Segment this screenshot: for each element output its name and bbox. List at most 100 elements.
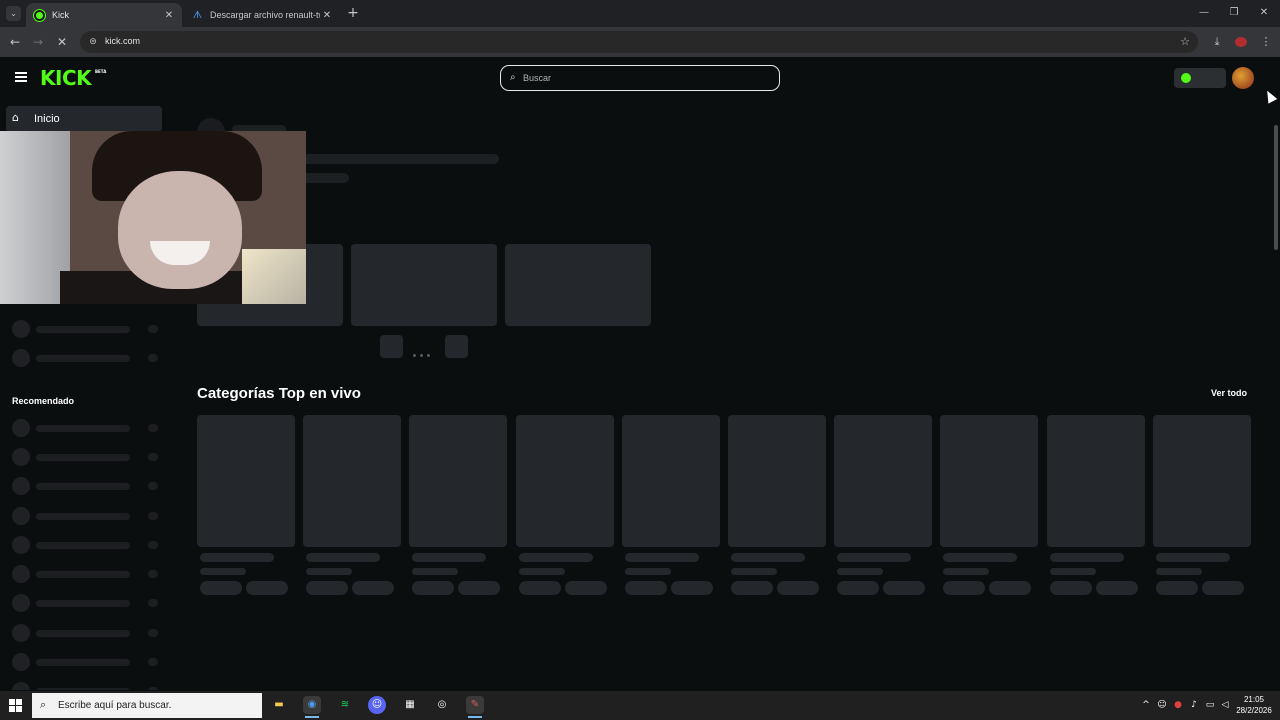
category-tag-skeleton (1202, 581, 1244, 595)
address-bar[interactable]: ⊜ kick.com ☆ (80, 31, 1198, 53)
category-tag-skeleton (777, 581, 819, 595)
close-window-button[interactable]: ✕ (1254, 4, 1274, 22)
kick-coin-icon (1181, 73, 1191, 83)
carousel-next-button[interactable] (445, 335, 468, 358)
microsoft-store-icon[interactable]: ▦ (401, 696, 419, 714)
category-tag-skeleton (200, 581, 242, 595)
browser-tab-kick[interactable]: Kick ✕ (26, 3, 182, 27)
new-tab-button[interactable]: + (346, 5, 360, 21)
windows-start-icon[interactable] (9, 699, 23, 713)
taskbar-search-placeholder: Escribe aquí para buscar. (58, 700, 172, 711)
category-tag-skeleton (412, 581, 454, 595)
tab-close-icon[interactable]: ✕ (162, 10, 176, 21)
minimize-button[interactable]: — (1194, 4, 1214, 22)
file-explorer-icon[interactable]: ▬ (270, 696, 288, 714)
bookmark-star-icon[interactable]: ☆ (1180, 35, 1190, 48)
category-card-skeleton[interactable] (728, 415, 826, 547)
category-tag-skeleton (625, 581, 667, 595)
chrome-menu-icon[interactable]: ⋮ (1258, 34, 1274, 50)
search-input[interactable]: ⌕ Buscar (500, 65, 780, 91)
category-card-skeleton[interactable] (409, 415, 507, 547)
carousel-prev-button[interactable] (380, 335, 403, 358)
record-tray-icon[interactable]: ● (1172, 699, 1184, 711)
kick-coins-button[interactable] (1174, 68, 1226, 88)
back-button[interactable]: ← (6, 33, 24, 51)
downloads-icon[interactable]: ⤓ (1209, 34, 1225, 50)
sidebar-skeleton-row (12, 624, 162, 642)
hamburger-menu-icon[interactable] (15, 72, 27, 82)
discord-tray-icon[interactable]: ☺ (1156, 699, 1168, 711)
category-tag-skeleton (731, 581, 773, 595)
taskbar-clock[interactable]: 21:05 28/2/2026 (1234, 694, 1274, 716)
site-info-icon[interactable]: ⊜ (87, 36, 99, 48)
category-tag-skeleton (306, 581, 348, 595)
category-viewers-skeleton (943, 568, 989, 575)
category-card-skeleton[interactable] (303, 415, 401, 547)
carousel-card-skeleton[interactable] (505, 244, 651, 326)
forward-button[interactable]: → (29, 33, 47, 51)
category-tag-skeleton (246, 581, 288, 595)
top-categories-heading: Categorías Top en vivo (197, 385, 361, 402)
stop-loading-button[interactable]: ✕ (53, 33, 71, 51)
tab-title: Kick (52, 10, 70, 20)
tab-search-button[interactable]: ⌄ (6, 6, 21, 21)
network-tray-icon[interactable]: ▭ (1204, 699, 1216, 711)
category-tag-skeleton (1096, 581, 1138, 595)
browser-toolbar: ← → ✕ ⊜ kick.com ☆ ⤓ ⋮ (0, 27, 1280, 57)
category-card-skeleton[interactable] (622, 415, 720, 547)
category-card-skeleton[interactable] (1047, 415, 1145, 547)
category-card-skeleton[interactable] (940, 415, 1038, 547)
sidebar-skeleton-row (12, 536, 162, 554)
sidebar-skeleton-row (12, 653, 162, 671)
screen: ⌄ Kick ✕ ᗑ Descargar archivo renault-twi… (0, 0, 1280, 720)
logo-text: KICK (40, 66, 92, 90)
category-card-skeleton[interactable] (516, 415, 614, 547)
category-title-skeleton (519, 553, 593, 562)
discord-icon[interactable]: ☺ (368, 696, 386, 714)
windows-taskbar: ⌕ Escribe aquí para buscar. ▬ ◉ ≋ ☺ ▦ ◎ … (0, 691, 1280, 720)
restore-button[interactable]: ❐ (1224, 4, 1244, 22)
url-text[interactable]: kick.com (105, 36, 140, 46)
category-card-skeleton[interactable] (1153, 415, 1251, 547)
category-title-skeleton (837, 553, 911, 562)
category-title-skeleton (306, 553, 380, 562)
kick-logo[interactable]: KICK BETA (40, 66, 106, 90)
user-avatar[interactable] (1232, 67, 1254, 89)
category-viewers-skeleton (731, 568, 777, 575)
search-icon: ⌕ (40, 698, 47, 711)
category-tag-skeleton (1156, 581, 1198, 595)
category-tag-skeleton (565, 581, 607, 595)
category-title-skeleton (200, 553, 274, 562)
category-tag-skeleton (519, 581, 561, 595)
carousel-dots (413, 344, 435, 357)
browser-tab-mediafire[interactable]: ᗑ Descargar archivo renault-twing ✕ (184, 3, 340, 27)
microphone-tray-icon[interactable]: ♪ (1188, 699, 1200, 711)
sidebar-item-inicio[interactable]: ⌂ Inicio (6, 106, 162, 132)
category-title-skeleton (625, 553, 699, 562)
category-tag-skeleton (458, 581, 500, 595)
volume-tray-icon[interactable]: ◁ (1219, 699, 1231, 711)
category-card-skeleton[interactable] (834, 415, 932, 547)
home-icon: ⌂ (12, 111, 19, 124)
obs-icon[interactable]: ◎ (433, 696, 451, 714)
page-scrollbar[interactable] (1274, 125, 1278, 250)
category-viewers-skeleton (837, 568, 883, 575)
category-viewers-skeleton (1050, 568, 1096, 575)
kick-header: KICK BETA ⌕ Buscar (0, 57, 1280, 99)
tab-close-icon[interactable]: ✕ (320, 10, 334, 21)
see-all-link[interactable]: Ver todo (1211, 388, 1247, 398)
category-card-skeleton[interactable] (197, 415, 295, 547)
category-viewers-skeleton (200, 568, 246, 575)
extension-icon[interactable] (1235, 37, 1247, 47)
carousel-card-skeleton[interactable] (351, 244, 497, 326)
category-tag-skeleton (1050, 581, 1092, 595)
category-title-skeleton (731, 553, 805, 562)
tab-title: Descargar archivo renault-twing (210, 10, 320, 20)
chrome-icon[interactable]: ◉ (303, 696, 321, 718)
taskbar-search-input[interactable]: ⌕ Escribe aquí para buscar. (32, 693, 262, 718)
spotify-icon[interactable]: ≋ (336, 696, 354, 714)
sidebar-skeleton-row (12, 507, 162, 525)
tray-overflow-icon[interactable]: ^ (1140, 699, 1152, 711)
sidebar-skeleton-row (12, 682, 162, 690)
app-icon[interactable]: ✎ (466, 696, 484, 718)
